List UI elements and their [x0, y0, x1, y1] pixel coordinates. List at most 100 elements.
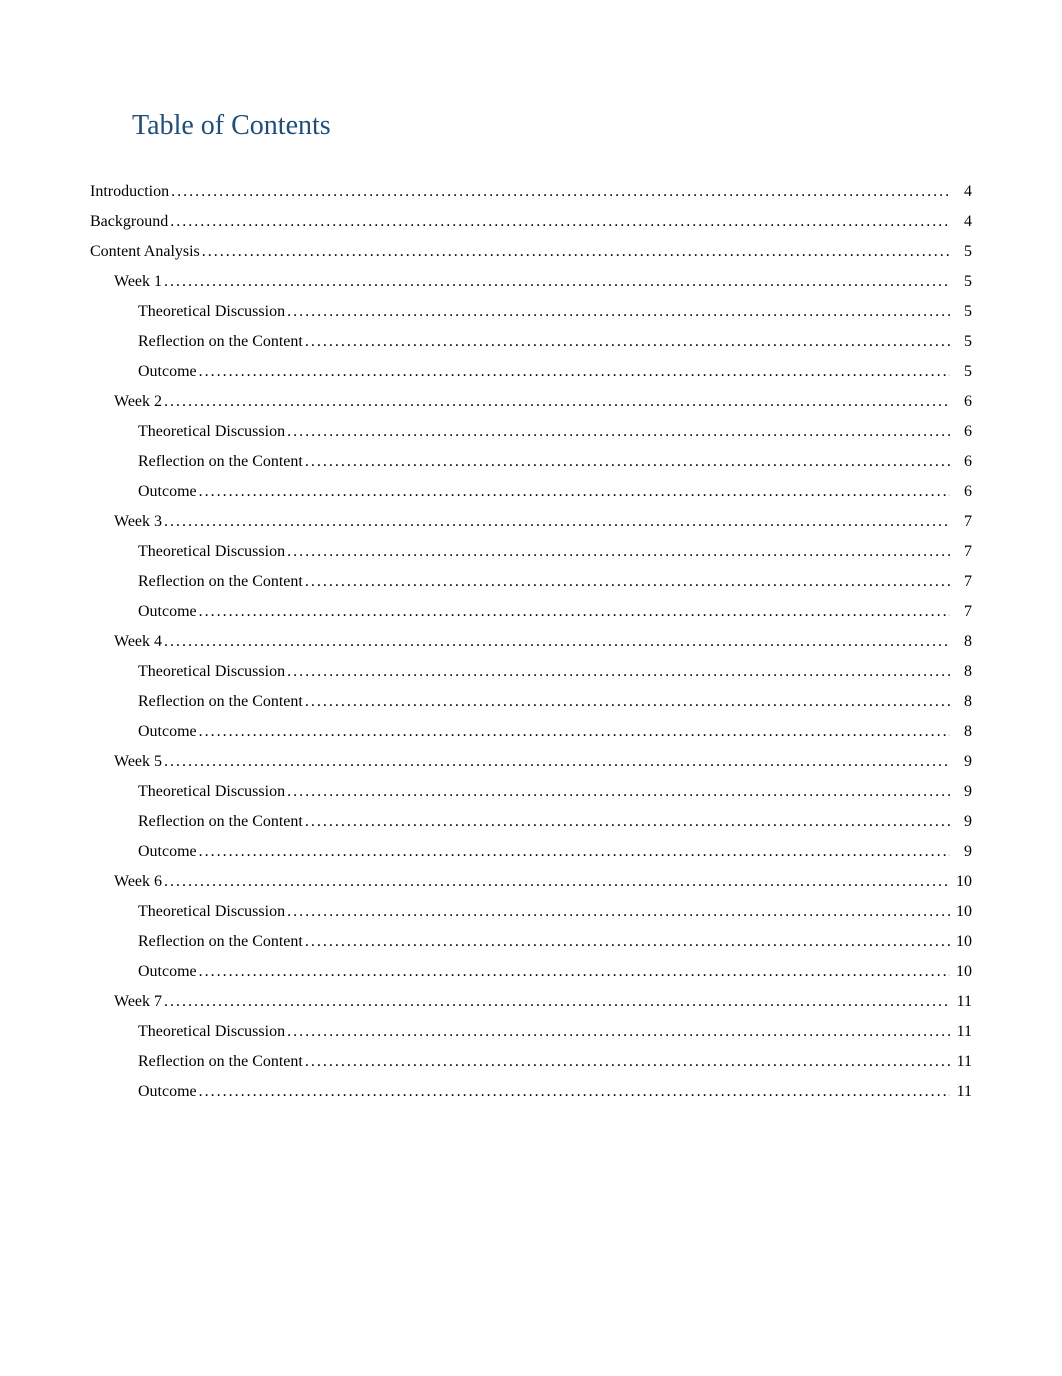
toc-entry-label: Theoretical Discussion	[138, 664, 285, 680]
toc-dot-leader	[199, 604, 950, 620]
toc-dot-leader	[164, 274, 950, 290]
toc-entry[interactable]: Reflection on the Content8	[90, 694, 972, 710]
toc-dot-leader	[170, 214, 950, 230]
toc-entry-page: 7	[952, 574, 972, 590]
toc-entry[interactable]: Week 26	[90, 394, 972, 410]
toc-dot-leader	[287, 544, 950, 560]
toc-dot-leader	[287, 304, 950, 320]
toc-entry[interactable]: Outcome7	[90, 604, 972, 620]
toc-dot-leader	[287, 784, 950, 800]
toc-entry[interactable]: Outcome 8	[90, 724, 972, 740]
toc-dot-leader	[305, 454, 950, 470]
toc-dot-leader	[199, 964, 950, 980]
toc-entry[interactable]: Content Analysis 5	[90, 244, 972, 260]
toc-entry-label: Reflection on the Content	[138, 934, 303, 950]
toc-dot-leader	[305, 574, 950, 590]
toc-entry-page: 9	[952, 844, 972, 860]
toc-entry-page: 10	[952, 964, 972, 980]
toc-entry[interactable]: Introduction 4	[90, 184, 972, 200]
toc-entry-page: 8	[952, 724, 972, 740]
toc-entry[interactable]: Reflection on the Content 7	[90, 574, 972, 590]
toc-entry-label: Outcome	[138, 484, 197, 500]
toc-entry-label: Outcome	[138, 844, 197, 860]
toc-entry-page: 6	[952, 454, 972, 470]
toc-entry-label: Theoretical Discussion	[138, 304, 285, 320]
toc-entry-page: 5	[952, 304, 972, 320]
toc-entry-page: 5	[952, 334, 972, 350]
toc-entry[interactable]: Theoretical Discussion 5	[90, 304, 972, 320]
toc-dot-leader	[199, 364, 950, 380]
toc-entry[interactable]: Theoretical Discussion 7	[90, 544, 972, 560]
toc-entry-page: 10	[952, 874, 972, 890]
toc-entry-label: Week 6	[114, 874, 162, 890]
toc-dot-leader	[287, 904, 950, 920]
toc-entry[interactable]: Week 15	[90, 274, 972, 290]
toc-entry-label: Background	[90, 214, 168, 230]
toc-entry[interactable]: Theoretical Discussion6	[90, 424, 972, 440]
toc-dot-leader	[164, 634, 950, 650]
page-title: Table of Contents	[132, 110, 972, 142]
toc-entry-page: 9	[952, 784, 972, 800]
toc-entry[interactable]: Reflection on the Content9	[90, 814, 972, 830]
toc-entry[interactable]: Outcome 11	[90, 1084, 972, 1100]
toc-dot-leader	[199, 724, 950, 740]
toc-entry-label: Reflection on the Content	[138, 1054, 303, 1070]
toc-dot-leader	[287, 1024, 950, 1040]
toc-entry[interactable]: Reflection on the Content11	[90, 1054, 972, 1070]
toc-dot-leader	[287, 424, 950, 440]
toc-entry[interactable]: Week 7 11	[90, 994, 972, 1010]
toc-dot-leader	[164, 514, 950, 530]
toc-entry-label: Outcome	[138, 724, 197, 740]
toc-entry-page: 5	[952, 244, 972, 260]
toc-entry[interactable]: Week 37	[90, 514, 972, 530]
toc-entry-page: 7	[952, 604, 972, 620]
toc-entry-label: Week 4	[114, 634, 162, 650]
toc-entry[interactable]: Theoretical Discussion11	[90, 1024, 972, 1040]
toc-entry-label: Week 7	[114, 994, 162, 1010]
toc-entry-label: Week 5	[114, 754, 162, 770]
toc-dot-leader	[305, 814, 950, 830]
toc-entry-label: Reflection on the Content	[138, 574, 303, 590]
toc-entry-page: 11	[952, 994, 972, 1010]
toc-entry-page: 10	[952, 934, 972, 950]
toc-entry[interactable]: Background4	[90, 214, 972, 230]
toc-entry[interactable]: Outcome10	[90, 964, 972, 980]
toc-entry[interactable]: Outcome6	[90, 484, 972, 500]
toc-entry[interactable]: Theoretical Discussion 9	[90, 784, 972, 800]
toc-dot-leader	[199, 1084, 950, 1100]
toc-entry-label: Week 3	[114, 514, 162, 530]
toc-entry-page: 7	[952, 544, 972, 560]
table-of-contents: Introduction 4 Background4 Content Analysis…	[90, 184, 972, 1100]
toc-entry[interactable]: Week 4 8	[90, 634, 972, 650]
toc-dot-leader	[305, 694, 950, 710]
toc-entry-label: Introduction	[90, 184, 169, 200]
toc-entry[interactable]: Outcome 9	[90, 844, 972, 860]
toc-entry[interactable]: Theoretical Discussion10	[90, 904, 972, 920]
toc-entry-label: Theoretical Discussion	[138, 784, 285, 800]
toc-entry[interactable]: Theoretical Discussion 8	[90, 664, 972, 680]
toc-entry-label: Reflection on the Content	[138, 814, 303, 830]
toc-entry[interactable]: Outcome5	[90, 364, 972, 380]
toc-entry-page: 11	[952, 1084, 972, 1100]
toc-dot-leader	[305, 1054, 950, 1070]
toc-entry-page: 10	[952, 904, 972, 920]
toc-entry[interactable]: Week 6 10	[90, 874, 972, 890]
toc-dot-leader	[164, 874, 950, 890]
toc-dot-leader	[202, 244, 950, 260]
toc-entry[interactable]: Reflection on the Content 10	[90, 934, 972, 950]
toc-entry-label: Content Analysis	[90, 244, 200, 260]
toc-dot-leader	[164, 754, 950, 770]
toc-dot-leader	[305, 934, 950, 950]
toc-dot-leader	[164, 394, 950, 410]
toc-entry[interactable]: Week 59	[90, 754, 972, 770]
toc-entry-label: Theoretical Discussion	[138, 544, 285, 560]
toc-entry[interactable]: Reflection on the Content6	[90, 454, 972, 470]
toc-dot-leader	[199, 484, 950, 500]
toc-entry-page: 4	[952, 184, 972, 200]
toc-entry-label: Outcome	[138, 1084, 197, 1100]
toc-dot-leader	[164, 994, 950, 1010]
toc-entry-page: 8	[952, 664, 972, 680]
toc-entry[interactable]: Reflection on the Content5	[90, 334, 972, 350]
toc-entry-page: 6	[952, 394, 972, 410]
toc-entry-page: 8	[952, 634, 972, 650]
